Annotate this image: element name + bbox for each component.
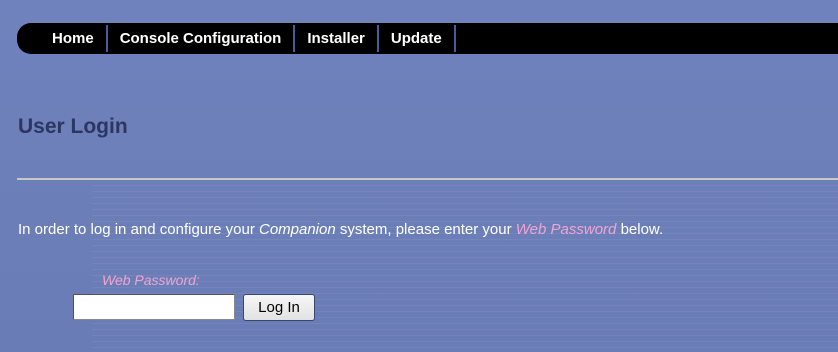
nav-item-home[interactable]: Home <box>33 25 108 52</box>
nav-menu: Home Console Configuration Installer Upd… <box>33 25 456 52</box>
intro-text-part3: below. <box>616 221 664 238</box>
product-name: Companion <box>258 221 336 238</box>
web-password-input[interactable] <box>73 294 235 320</box>
intro-text: In order to log in and configure your Co… <box>18 221 663 238</box>
intro-text-part2: system, please enter your <box>335 221 516 238</box>
top-navigation-bar: Home Console Configuration Installer Upd… <box>17 23 838 54</box>
intro-text-part1: In order to log in and configure your <box>18 221 259 238</box>
page-title: User Login <box>18 115 128 138</box>
web-password-label: Web Password: <box>102 272 200 288</box>
web-password-term: Web Password <box>515 221 617 238</box>
log-in-button[interactable]: Log In <box>243 294 315 321</box>
horizontal-divider <box>17 178 838 180</box>
nav-item-update[interactable]: Update <box>379 25 456 52</box>
nav-item-installer[interactable]: Installer <box>295 25 379 52</box>
nav-item-console-configuration[interactable]: Console Configuration <box>108 25 296 52</box>
